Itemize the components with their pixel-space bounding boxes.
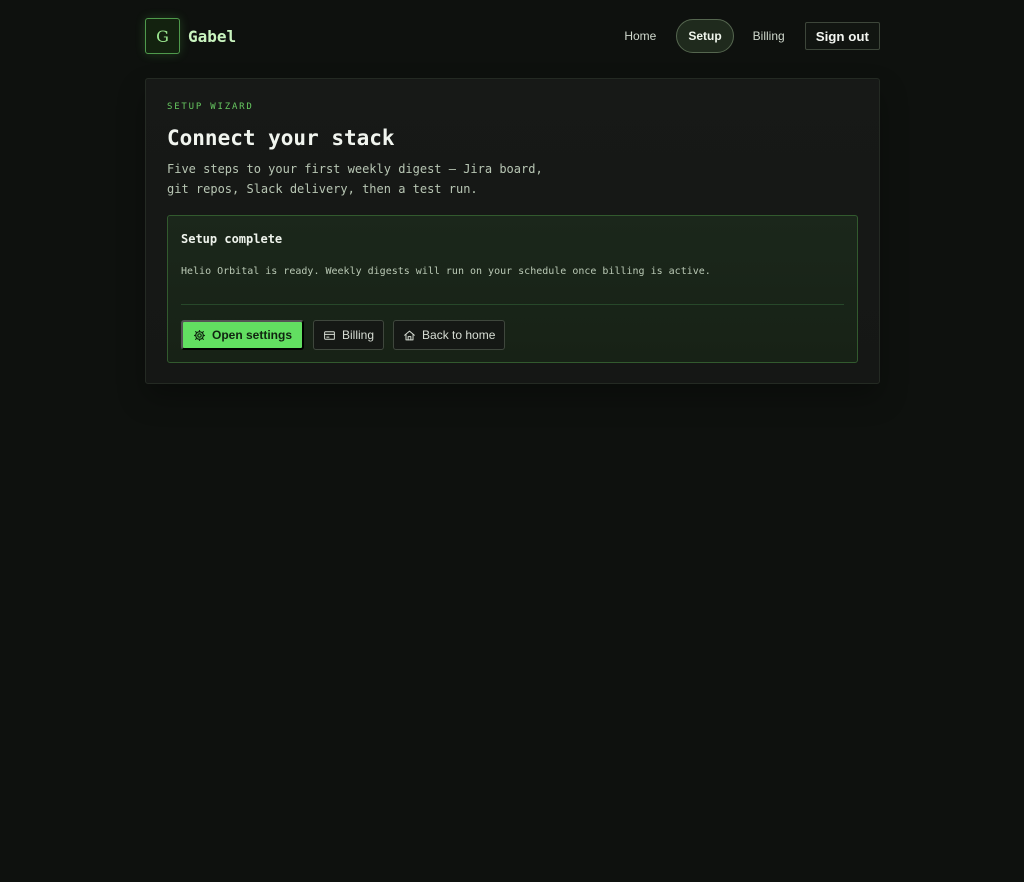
setup-complete-panel: Setup complete Helio Orbital is ready. W… bbox=[167, 215, 858, 363]
home-icon bbox=[403, 329, 422, 342]
brand[interactable]: G Gabel bbox=[145, 18, 236, 54]
setup-complete-divider bbox=[181, 304, 844, 305]
setup-description: Five steps to your first weekly digest —… bbox=[167, 159, 577, 199]
nav-billing-link[interactable]: Billing bbox=[741, 19, 797, 53]
card-icon bbox=[323, 329, 342, 342]
sign-out-button[interactable]: Sign out bbox=[804, 22, 880, 50]
billing-button[interactable]: Billing bbox=[313, 320, 385, 350]
brand-logo-letter: G bbox=[156, 26, 169, 46]
open-settings-label: Open settings bbox=[212, 328, 293, 342]
gear-icon bbox=[193, 329, 212, 342]
top-navigation: G Gabel Home Setup Billing Sign out bbox=[145, 18, 880, 54]
nav-setup-link[interactable]: Setup bbox=[676, 19, 734, 53]
page-title: Connect your stack bbox=[167, 126, 395, 150]
main-navigation: Home Setup Billing Sign out bbox=[612, 19, 880, 53]
setup-wizard-kicker: SETUP WIZARD bbox=[167, 102, 254, 112]
setup-complete-title: Setup complete bbox=[181, 232, 283, 246]
open-settings-button[interactable]: Open settings bbox=[181, 320, 305, 350]
setup-description-line-2: git repos, Slack delivery, then a test r… bbox=[167, 182, 478, 196]
back-home-button[interactable]: Back to home bbox=[393, 320, 506, 350]
setup-wizard-card: SETUP WIZARD Connect your stack Five ste… bbox=[145, 78, 880, 384]
setup-description-line-1: Five steps to your first weekly digest —… bbox=[167, 162, 543, 176]
brand-logo: G bbox=[145, 18, 180, 54]
nav-home-link[interactable]: Home bbox=[612, 19, 668, 53]
setup-complete-actions: Open settings Billing Back to home bbox=[181, 320, 514, 350]
brand-name: Gabel bbox=[188, 26, 237, 46]
setup-complete-message: Helio Orbital is ready. Weekly digests w… bbox=[181, 266, 711, 277]
back-home-label: Back to home bbox=[422, 328, 496, 342]
billing-label: Billing bbox=[342, 328, 375, 342]
